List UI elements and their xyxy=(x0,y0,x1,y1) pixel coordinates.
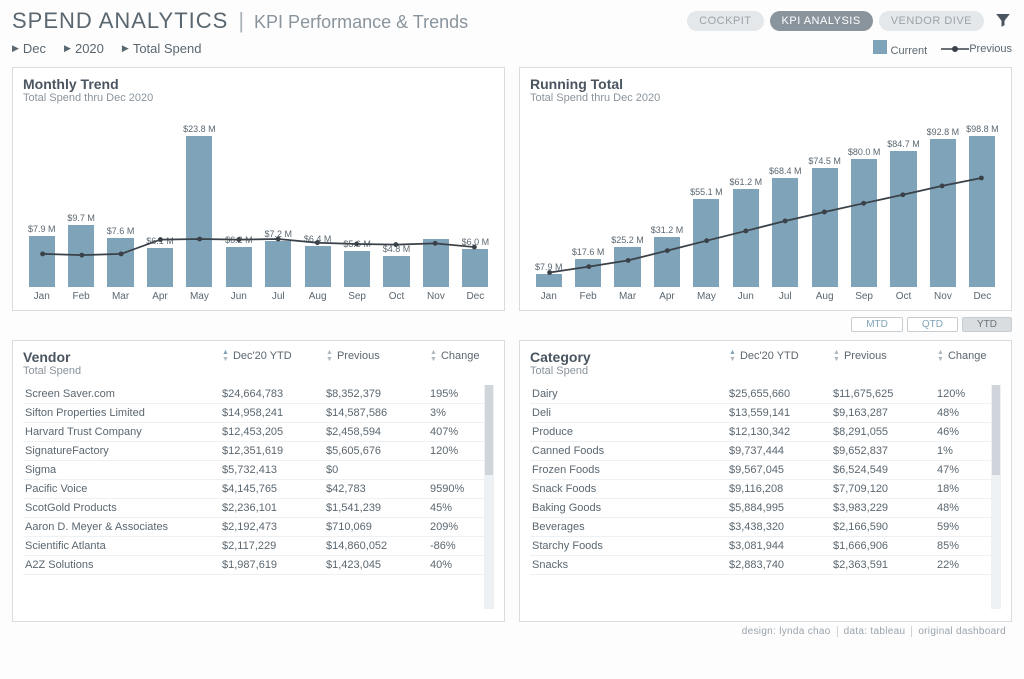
running-total-title: Running Total xyxy=(530,76,1001,92)
vendor-table-body: Screen Saver.com$24,664,783$8,352,379195… xyxy=(23,385,494,609)
vendor-col-ytd[interactable]: ▲▼Dec'20 YTD xyxy=(216,349,320,363)
table-row[interactable]: Canned Foods$9,737,444$9,652,8371% xyxy=(530,442,1001,461)
table-row[interactable]: Scientific Atlanta$2,117,229$14,860,052-… xyxy=(23,537,494,556)
monthly-trend-chart: $7.9 MJan$9.7 MFeb$7.6 MMar$6.1 MApr$23.… xyxy=(23,108,494,302)
period-qtd[interactable]: QTD xyxy=(907,317,958,332)
bar-col: $7.2 MJul xyxy=(260,124,297,302)
bar-col: $25.2 MMar xyxy=(609,124,646,302)
bar-col: $7.9 MJan xyxy=(530,124,567,302)
running-total-panel: Running Total Total Spend thru Dec 2020 … xyxy=(519,67,1012,311)
category-col-change[interactable]: ▲▼Change xyxy=(931,349,1001,363)
table-row[interactable]: Produce$12,130,342$8,291,05546% xyxy=(530,423,1001,442)
table-row[interactable]: Sifton Properties Limited$14,958,241$14,… xyxy=(23,404,494,423)
footer: design: lynda chaodata: tableauoriginal … xyxy=(12,626,1012,637)
category-col-prev[interactable]: ▲▼Previous xyxy=(827,349,931,363)
bar-col: $31.2 MApr xyxy=(648,124,685,302)
vendor-panel: Vendor Total Spend ▲▼Dec'20 YTD ▲▼Previo… xyxy=(12,340,505,622)
monthly-trend-title: Monthly Trend xyxy=(23,76,494,92)
table-row[interactable]: Snacks$2,883,740$2,363,59122% xyxy=(530,556,1001,575)
category-panel: Category Total Spend ▲▼Dec'20 YTD ▲▼Prev… xyxy=(519,340,1012,622)
table-row[interactable]: Aaron D. Meyer & Associates$2,192,473$71… xyxy=(23,518,494,537)
legend-current: Current xyxy=(873,40,927,57)
bar-col: $7.6 MMar xyxy=(102,124,139,302)
table-row[interactable]: Dairy$25,655,660$11,675,625120% xyxy=(530,385,1001,404)
bar-col: $17.6 MFeb xyxy=(569,124,606,302)
table-row[interactable]: ScotGold Products$2,236,101$1,541,23945% xyxy=(23,499,494,518)
table-row[interactable]: Frozen Foods$9,567,045$6,524,54947% xyxy=(530,461,1001,480)
bar-col: $23.8 MMay xyxy=(181,124,218,302)
table-row[interactable]: SignatureFactory$12,351,619$5,605,676120… xyxy=(23,442,494,461)
table-row[interactable]: Snack Foods$9,116,208$7,709,12018% xyxy=(530,480,1001,499)
table-row[interactable]: Pacific Voice$4,145,765$42,7839590% xyxy=(23,480,494,499)
table-row[interactable]: Beverages$3,438,320$2,166,59059% xyxy=(530,518,1001,537)
vendor-col-change[interactable]: ▲▼Change xyxy=(424,349,494,363)
vendor-table-subtitle: Total Spend xyxy=(23,365,81,377)
metric-selector[interactable]: ▶Total Spend xyxy=(122,41,202,56)
title-divider: | xyxy=(238,8,244,34)
legend-previous: Previous xyxy=(941,43,1012,55)
page-subtitle: KPI Performance & Trends xyxy=(254,12,468,33)
bar-col: $6.4 MAug xyxy=(299,124,336,302)
year-value: 2020 xyxy=(75,41,104,56)
table-row[interactable]: Screen Saver.com$24,664,783$8,352,379195… xyxy=(23,385,494,404)
vendor-table-title: Vendor xyxy=(23,349,81,365)
month-value: Dec xyxy=(23,41,46,56)
tab-kpi-analysis[interactable]: KPI ANALYSIS xyxy=(770,11,873,31)
bar-col: $61.2 MJun xyxy=(727,124,764,302)
year-selector[interactable]: ▶2020 xyxy=(64,41,104,56)
table-row[interactable]: Baking Goods$5,884,995$3,983,22948% xyxy=(530,499,1001,518)
bar-col: $80.0 MSep xyxy=(845,124,882,302)
bar-col: $9.7 MFeb xyxy=(62,124,99,302)
monthly-trend-panel: Monthly Trend Total Spend thru Dec 2020 … xyxy=(12,67,505,311)
bar-col: $98.8 MDec xyxy=(964,124,1001,302)
period-ytd[interactable]: YTD xyxy=(962,317,1012,332)
page-title: SPEND ANALYTICS xyxy=(12,8,228,34)
bar-col: $74.5 MAug xyxy=(806,124,843,302)
vendor-col-prev[interactable]: ▲▼Previous xyxy=(320,349,424,363)
table-row[interactable]: Starchy Foods$3,081,944$1,666,90685% xyxy=(530,537,1001,556)
bar-col: $4.8 MOct xyxy=(378,124,415,302)
bar-col: $68.4 MJul xyxy=(767,124,804,302)
category-table-body: Dairy$25,655,660$11,675,625120%Deli$13,5… xyxy=(530,385,1001,609)
running-total-chart: $7.9 MJan$17.6 MFeb$25.2 MMar$31.2 MApr$… xyxy=(530,108,1001,302)
category-col-ytd[interactable]: ▲▼Dec'20 YTD xyxy=(723,349,827,363)
filter-icon[interactable] xyxy=(994,11,1012,32)
bar-col: $92.8 MNov xyxy=(924,124,961,302)
bar-col: $5.6 MSep xyxy=(338,124,375,302)
table-row[interactable]: Deli$13,559,141$9,163,28748% xyxy=(530,404,1001,423)
bar-col: $6.1 MApr xyxy=(141,124,178,302)
category-table-subtitle: Total Spend xyxy=(530,365,591,377)
bar-col: $55.1 MMay xyxy=(688,124,725,302)
vendor-scrollbar[interactable] xyxy=(484,385,494,609)
table-row[interactable]: Harvard Trust Company$12,453,205$2,458,5… xyxy=(23,423,494,442)
bar-col: $7.9 MJan xyxy=(23,124,60,302)
bar-col: Nov xyxy=(417,124,454,302)
bar-col: $6.0 MDec xyxy=(457,124,494,302)
month-selector[interactable]: ▶Dec xyxy=(12,41,46,56)
metric-value: Total Spend xyxy=(133,41,202,56)
category-table-title: Category xyxy=(530,349,591,365)
period-mtd[interactable]: MTD xyxy=(851,317,903,332)
table-row[interactable]: A2Z Solutions$1,987,619$1,423,04540% xyxy=(23,556,494,575)
tab-vendor-dive[interactable]: VENDOR DIVE xyxy=(879,11,984,31)
monthly-trend-subtitle: Total Spend thru Dec 2020 xyxy=(23,92,494,104)
running-total-subtitle: Total Spend thru Dec 2020 xyxy=(530,92,1001,104)
category-scrollbar[interactable] xyxy=(991,385,1001,609)
tab-cockpit[interactable]: COCKPIT xyxy=(687,11,763,31)
bar-col: $84.7 MOct xyxy=(885,124,922,302)
table-row[interactable]: Sigma$5,732,413$0 xyxy=(23,461,494,480)
bar-col: $6.2 MJun xyxy=(220,124,257,302)
